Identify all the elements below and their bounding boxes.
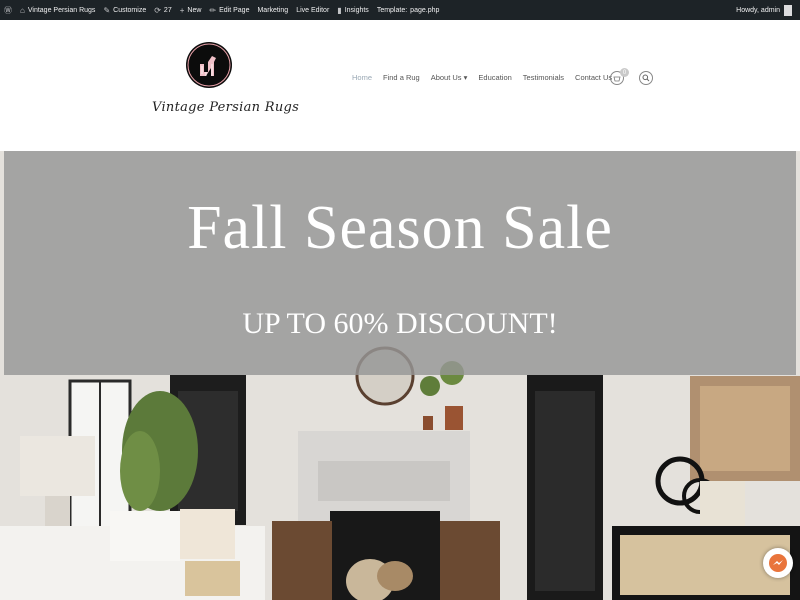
template-label: Template: [376, 6, 408, 14]
messenger-icon [769, 554, 787, 572]
chevron-down-icon: ▾ [463, 73, 468, 82]
updates-icon: ⟳ [154, 5, 161, 15]
insights-label: Insights [344, 6, 369, 14]
banner-subtitle: UP TO 60% DISCOUNT! [242, 307, 558, 340]
nav-item-about-us-label: About Us [430, 73, 462, 82]
new-content-link[interactable]: + New [176, 0, 206, 20]
template-value: page.php [410, 6, 440, 14]
howdy-label: Howdy, admin [736, 6, 780, 14]
nav-item-testimonials[interactable]: Testimonials [523, 73, 564, 82]
live-editor-link[interactable]: Live Editor [292, 0, 333, 20]
wp-admin-bar: Ⓦ ⌂ Vintage Persian Rugs ✎ Customize ⟳ 27 +… [0, 0, 800, 20]
edit-page-link[interactable]: ✏ Edit Page [205, 0, 253, 20]
updates-link[interactable]: ⟳ 27 [150, 0, 176, 20]
site-header: Vintage Persian Rugs Home Find a Rug Abo… [0, 20, 800, 151]
nav-item-contact-us[interactable]: Contact Us [575, 73, 612, 82]
edit-page-label: Edit Page [219, 6, 250, 14]
nav-item-about-us[interactable]: About Us ▾ [431, 73, 468, 82]
nav-item-education[interactable]: Education [478, 73, 511, 82]
site-name-link[interactable]: ⌂ Vintage Persian Rugs [16, 0, 99, 20]
site-name-label: Vintage Persian Rugs [27, 6, 96, 14]
bar-chart-icon: ▮ [337, 5, 342, 15]
pencil-icon: ✏ [209, 5, 217, 15]
wordpress-logo-button[interactable]: Ⓦ [0, 0, 16, 20]
banner-title: Fall Season Sale [187, 194, 613, 262]
nav-item-home[interactable]: Home [352, 73, 372, 82]
new-label: New [187, 6, 202, 14]
messenger-chat-button[interactable] [763, 548, 793, 578]
marketing-link[interactable]: Marketing [253, 0, 292, 20]
plus-icon: + [179, 5, 185, 15]
logo-emblem[interactable] [186, 42, 232, 88]
sale-banner: Fall Season Sale UP TO 60% DISCOUNT! [4, 151, 796, 375]
cart-count-badge: 0 [620, 68, 629, 77]
search-button[interactable] [639, 71, 653, 85]
avatar [784, 4, 792, 16]
wordpress-icon: Ⓦ [4, 5, 12, 15]
customize-label: Customize [113, 6, 147, 14]
nav-item-find-a-rug[interactable]: Find a Rug [383, 73, 420, 82]
insights-link[interactable]: ▮ Insights [333, 0, 373, 20]
customize-link[interactable]: ✎ Customize [99, 0, 150, 20]
logo-text[interactable]: Vintage Persian Rugs [152, 100, 299, 115]
live-editor-label: Live Editor [296, 6, 330, 14]
main-nav: Home Find a Rug About Us ▾ Education Tes… [352, 73, 612, 82]
marketing-label: Marketing [257, 6, 289, 14]
updates-count: 27 [163, 6, 172, 14]
account-menu[interactable]: Howdy, admin [736, 4, 800, 16]
template-info[interactable]: Template: page.php [373, 0, 444, 20]
brush-icon: ✎ [103, 5, 111, 15]
home-icon: ⌂ [20, 5, 25, 15]
search-icon [642, 74, 650, 82]
camel-rug-icon [187, 43, 231, 87]
